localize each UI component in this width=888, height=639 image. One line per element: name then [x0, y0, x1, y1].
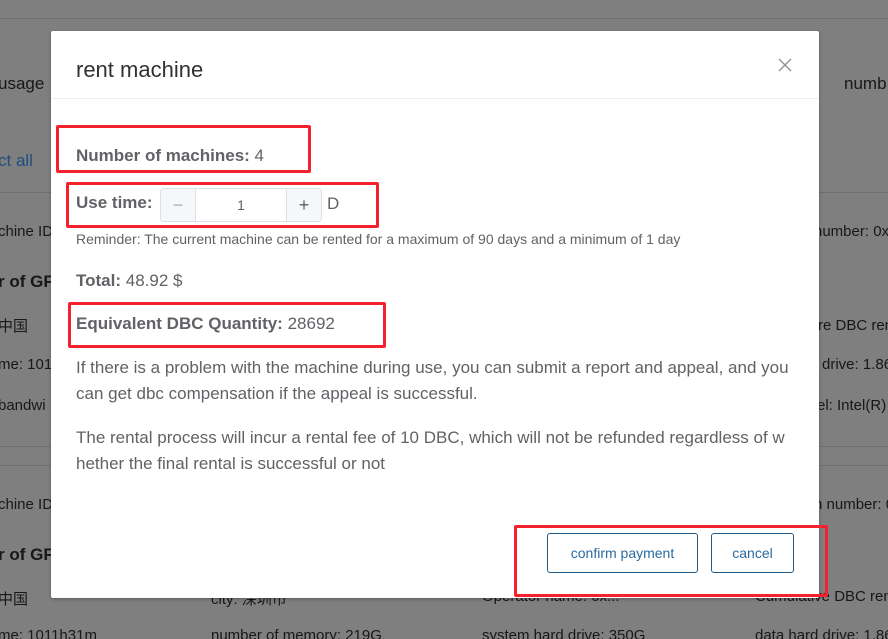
rent-machine-dialog: rent machine Number of machines: 4 Use t…: [51, 31, 819, 598]
confirm-payment-button[interactable]: confirm payment: [547, 533, 698, 573]
cancel-button[interactable]: cancel: [711, 533, 794, 573]
use-time-label: Use time:: [76, 193, 153, 212]
close-icon[interactable]: [777, 57, 793, 73]
machines-count-label: Number of machines:: [76, 146, 250, 165]
use-time-stepper: − +: [160, 188, 322, 222]
dbc-quantity-row: Equivalent DBC Quantity: 28692: [76, 314, 335, 334]
reminder-text: Reminder: The current machine can be ren…: [76, 231, 681, 247]
machines-count-value: 4: [254, 146, 265, 165]
dialog-title: rent machine: [76, 57, 204, 82]
decrement-button[interactable]: −: [161, 189, 196, 221]
total-value: 48.92 $: [125, 271, 183, 290]
dbc-quantity-label: Equivalent DBC Quantity:: [76, 314, 283, 333]
dbc-quantity-value: 28692: [287, 314, 335, 333]
rental-fee-notice: The rental process will incur a rental f…: [76, 428, 785, 473]
dialog-header: rent machine: [51, 31, 819, 99]
machines-count-row: Number of machines: 4: [76, 146, 264, 166]
time-unit: D: [327, 194, 340, 213]
increment-button[interactable]: +: [286, 189, 321, 221]
compensation-notice: If there is a problem with the machine d…: [76, 358, 789, 403]
total-row: Total: 48.92 $: [76, 271, 182, 291]
total-label: Total:: [76, 271, 122, 290]
use-time-input[interactable]: [196, 189, 286, 221]
